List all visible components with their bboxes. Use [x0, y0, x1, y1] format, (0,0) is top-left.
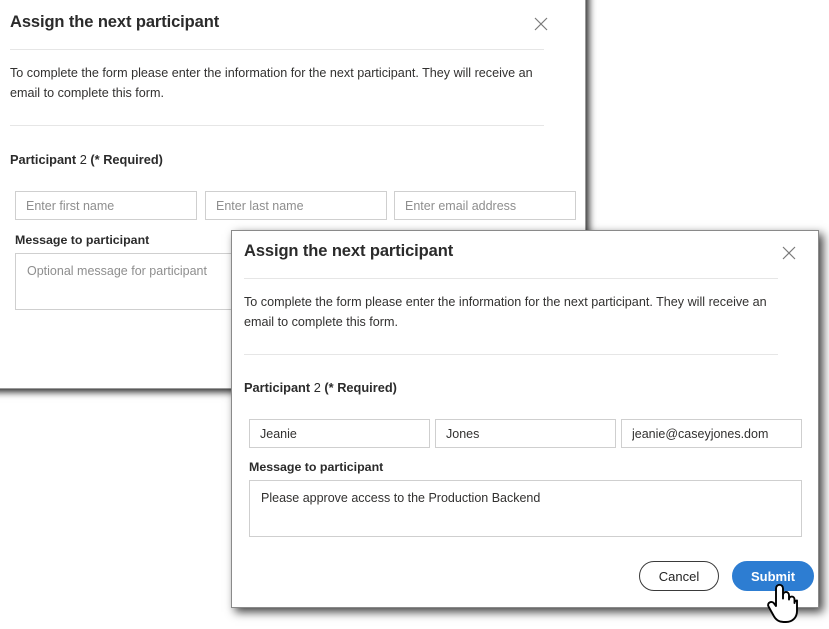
- background-dialog-close-button[interactable]: [528, 11, 554, 37]
- dialog-divider-mid: [244, 354, 778, 355]
- dialog-title: Assign the next participant: [244, 242, 454, 260]
- message-textarea[interactable]: Please approve access to the Production …: [249, 480, 802, 537]
- submit-button[interactable]: Submit: [732, 561, 815, 591]
- message-label: Message to participant: [249, 460, 384, 474]
- background-last-name-input[interactable]: [205, 191, 387, 220]
- dialog-description: To complete the form please enter the in…: [244, 295, 767, 329]
- participant-number: 2: [313, 380, 321, 395]
- close-x-icon: [782, 246, 796, 260]
- background-dialog-divider-mid: [10, 125, 544, 126]
- background-participant-required: (* Required): [90, 152, 163, 167]
- email-input[interactable]: [621, 419, 802, 448]
- background-message-label: Message to participant: [15, 233, 150, 247]
- dialog-divider-top: [244, 278, 778, 279]
- close-x-icon: [534, 17, 548, 31]
- assign-participant-dialog: Assign the next participant To complete …: [231, 230, 819, 608]
- background-participant-number: 2: [79, 152, 87, 167]
- cancel-button[interactable]: Cancel: [639, 561, 719, 591]
- background-dialog-title: Assign the next participant: [10, 13, 220, 31]
- participant-required: (* Required): [324, 380, 397, 395]
- background-first-name-input[interactable]: [15, 191, 197, 220]
- last-name-input[interactable]: [435, 419, 616, 448]
- background-participant-word: Participant: [10, 152, 77, 167]
- background-dialog-description: To complete the form please enter the in…: [10, 66, 533, 100]
- first-name-input[interactable]: [249, 419, 430, 448]
- dialog-close-button[interactable]: [776, 240, 802, 266]
- background-participant-section-label: Participant 2 (* Required): [10, 152, 163, 167]
- participant-section-label: Participant 2 (* Required): [244, 380, 397, 395]
- participant-word: Participant: [244, 380, 311, 395]
- background-dialog-divider-top: [10, 49, 544, 50]
- background-email-input[interactable]: [394, 191, 576, 220]
